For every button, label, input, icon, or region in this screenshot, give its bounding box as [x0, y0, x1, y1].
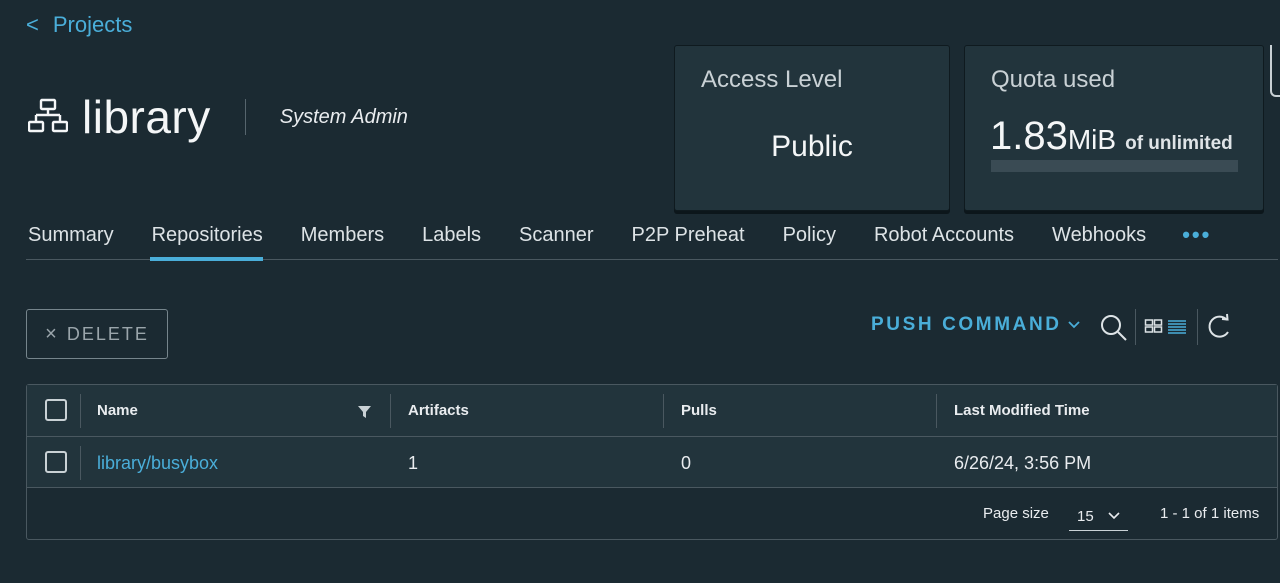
- column-separator: [80, 446, 81, 480]
- search-icon[interactable]: [1098, 310, 1130, 342]
- column-separator: [390, 394, 391, 428]
- back-to-projects-link[interactable]: < Projects: [26, 12, 132, 38]
- access-level-value: Public: [771, 130, 853, 163]
- quota-value: 1.83 MiB of unlimited: [990, 114, 1233, 159]
- tab-labels[interactable]: Labels: [420, 224, 481, 260]
- column-header-name[interactable]: Name: [97, 402, 138, 419]
- tab-repositories[interactable]: Repositories: [149, 224, 263, 261]
- refresh-icon[interactable]: [1203, 310, 1235, 342]
- select-all-checkbox[interactable]: [45, 399, 67, 421]
- tab-policy[interactable]: Policy: [781, 224, 836, 260]
- quota-title: Quota used: [991, 66, 1116, 93]
- tab-members[interactable]: Members: [299, 224, 384, 260]
- quota-card: Quota used 1.83 MiB of unlimited: [964, 45, 1264, 211]
- table-header: Name Artifacts Pulls Last Modified Time: [27, 385, 1277, 437]
- column-separator: [936, 394, 937, 428]
- quota-progress-bar: [991, 160, 1238, 172]
- last-modified-time: 6/26/24, 3:56 PM: [954, 453, 1092, 473]
- column-header-last-modified[interactable]: Last Modified Time: [954, 402, 1090, 419]
- chevron-down-icon: [1067, 321, 1080, 329]
- project-hierarchy-icon: [28, 98, 68, 133]
- artifacts-count: 1: [408, 453, 419, 473]
- table-row[interactable]: library/busybox 1 0 6/26/24, 3:56 PM: [27, 437, 1277, 488]
- quota-unit: MiB: [1067, 124, 1117, 155]
- row-checkbox[interactable]: [45, 451, 67, 473]
- chevron-down-icon: [1108, 512, 1120, 520]
- delete-button[interactable]: × DELETE: [26, 309, 168, 359]
- column-header-pulls[interactable]: Pulls: [681, 402, 717, 419]
- push-command-label: PUSH COMMAND: [871, 314, 1062, 335]
- user-role: System Admin: [279, 105, 408, 128]
- pagination-summary: 1 - 1 of 1 items: [1160, 505, 1260, 522]
- toolbar-divider: [1135, 309, 1136, 345]
- filter-icon[interactable]: [358, 406, 371, 418]
- tab-p2p-preheat[interactable]: P2P Preheat: [630, 224, 745, 260]
- access-level-card: Access Level Public: [674, 45, 950, 211]
- push-command-dropdown[interactable]: PUSH COMMAND: [871, 314, 1080, 336]
- tab-scanner[interactable]: Scanner: [517, 224, 594, 260]
- tab-summary[interactable]: Summary: [26, 224, 114, 260]
- more-tabs-icon[interactable]: •••: [1182, 224, 1211, 259]
- quota-number: 1.83: [990, 114, 1068, 158]
- scrollbar-edge[interactable]: [1270, 45, 1280, 97]
- page-title: library: [82, 91, 211, 143]
- page-size-select[interactable]: 15: [1069, 502, 1128, 531]
- project-tabs: Summary Repositories Members Labels Scan…: [26, 224, 1278, 261]
- toolbar-divider: [1197, 309, 1198, 345]
- repository-name-link[interactable]: library/busybox: [97, 453, 218, 474]
- column-separator: [663, 394, 664, 428]
- column-header-artifacts[interactable]: Artifacts: [408, 402, 469, 419]
- tab-robot-accounts[interactable]: Robot Accounts: [872, 224, 1014, 260]
- header-divider: [244, 99, 246, 135]
- close-icon: ×: [45, 322, 59, 345]
- chevron-left-icon: <: [26, 12, 39, 37]
- back-link-label: Projects: [52, 12, 133, 37]
- project-header: library System Admin: [28, 90, 408, 144]
- quota-limit-text: of unlimited: [1125, 133, 1233, 154]
- page-size-label: Page size: [983, 505, 1049, 522]
- tab-webhooks[interactable]: Webhooks: [1050, 224, 1146, 260]
- delete-button-label: DELETE: [66, 323, 149, 344]
- column-separator: [80, 394, 81, 428]
- pulls-count: 0: [681, 453, 692, 473]
- access-level-title: Access Level: [701, 66, 843, 93]
- view-toggle-icon[interactable]: [1144, 310, 1188, 342]
- page-size-value: 15: [1077, 507, 1094, 525]
